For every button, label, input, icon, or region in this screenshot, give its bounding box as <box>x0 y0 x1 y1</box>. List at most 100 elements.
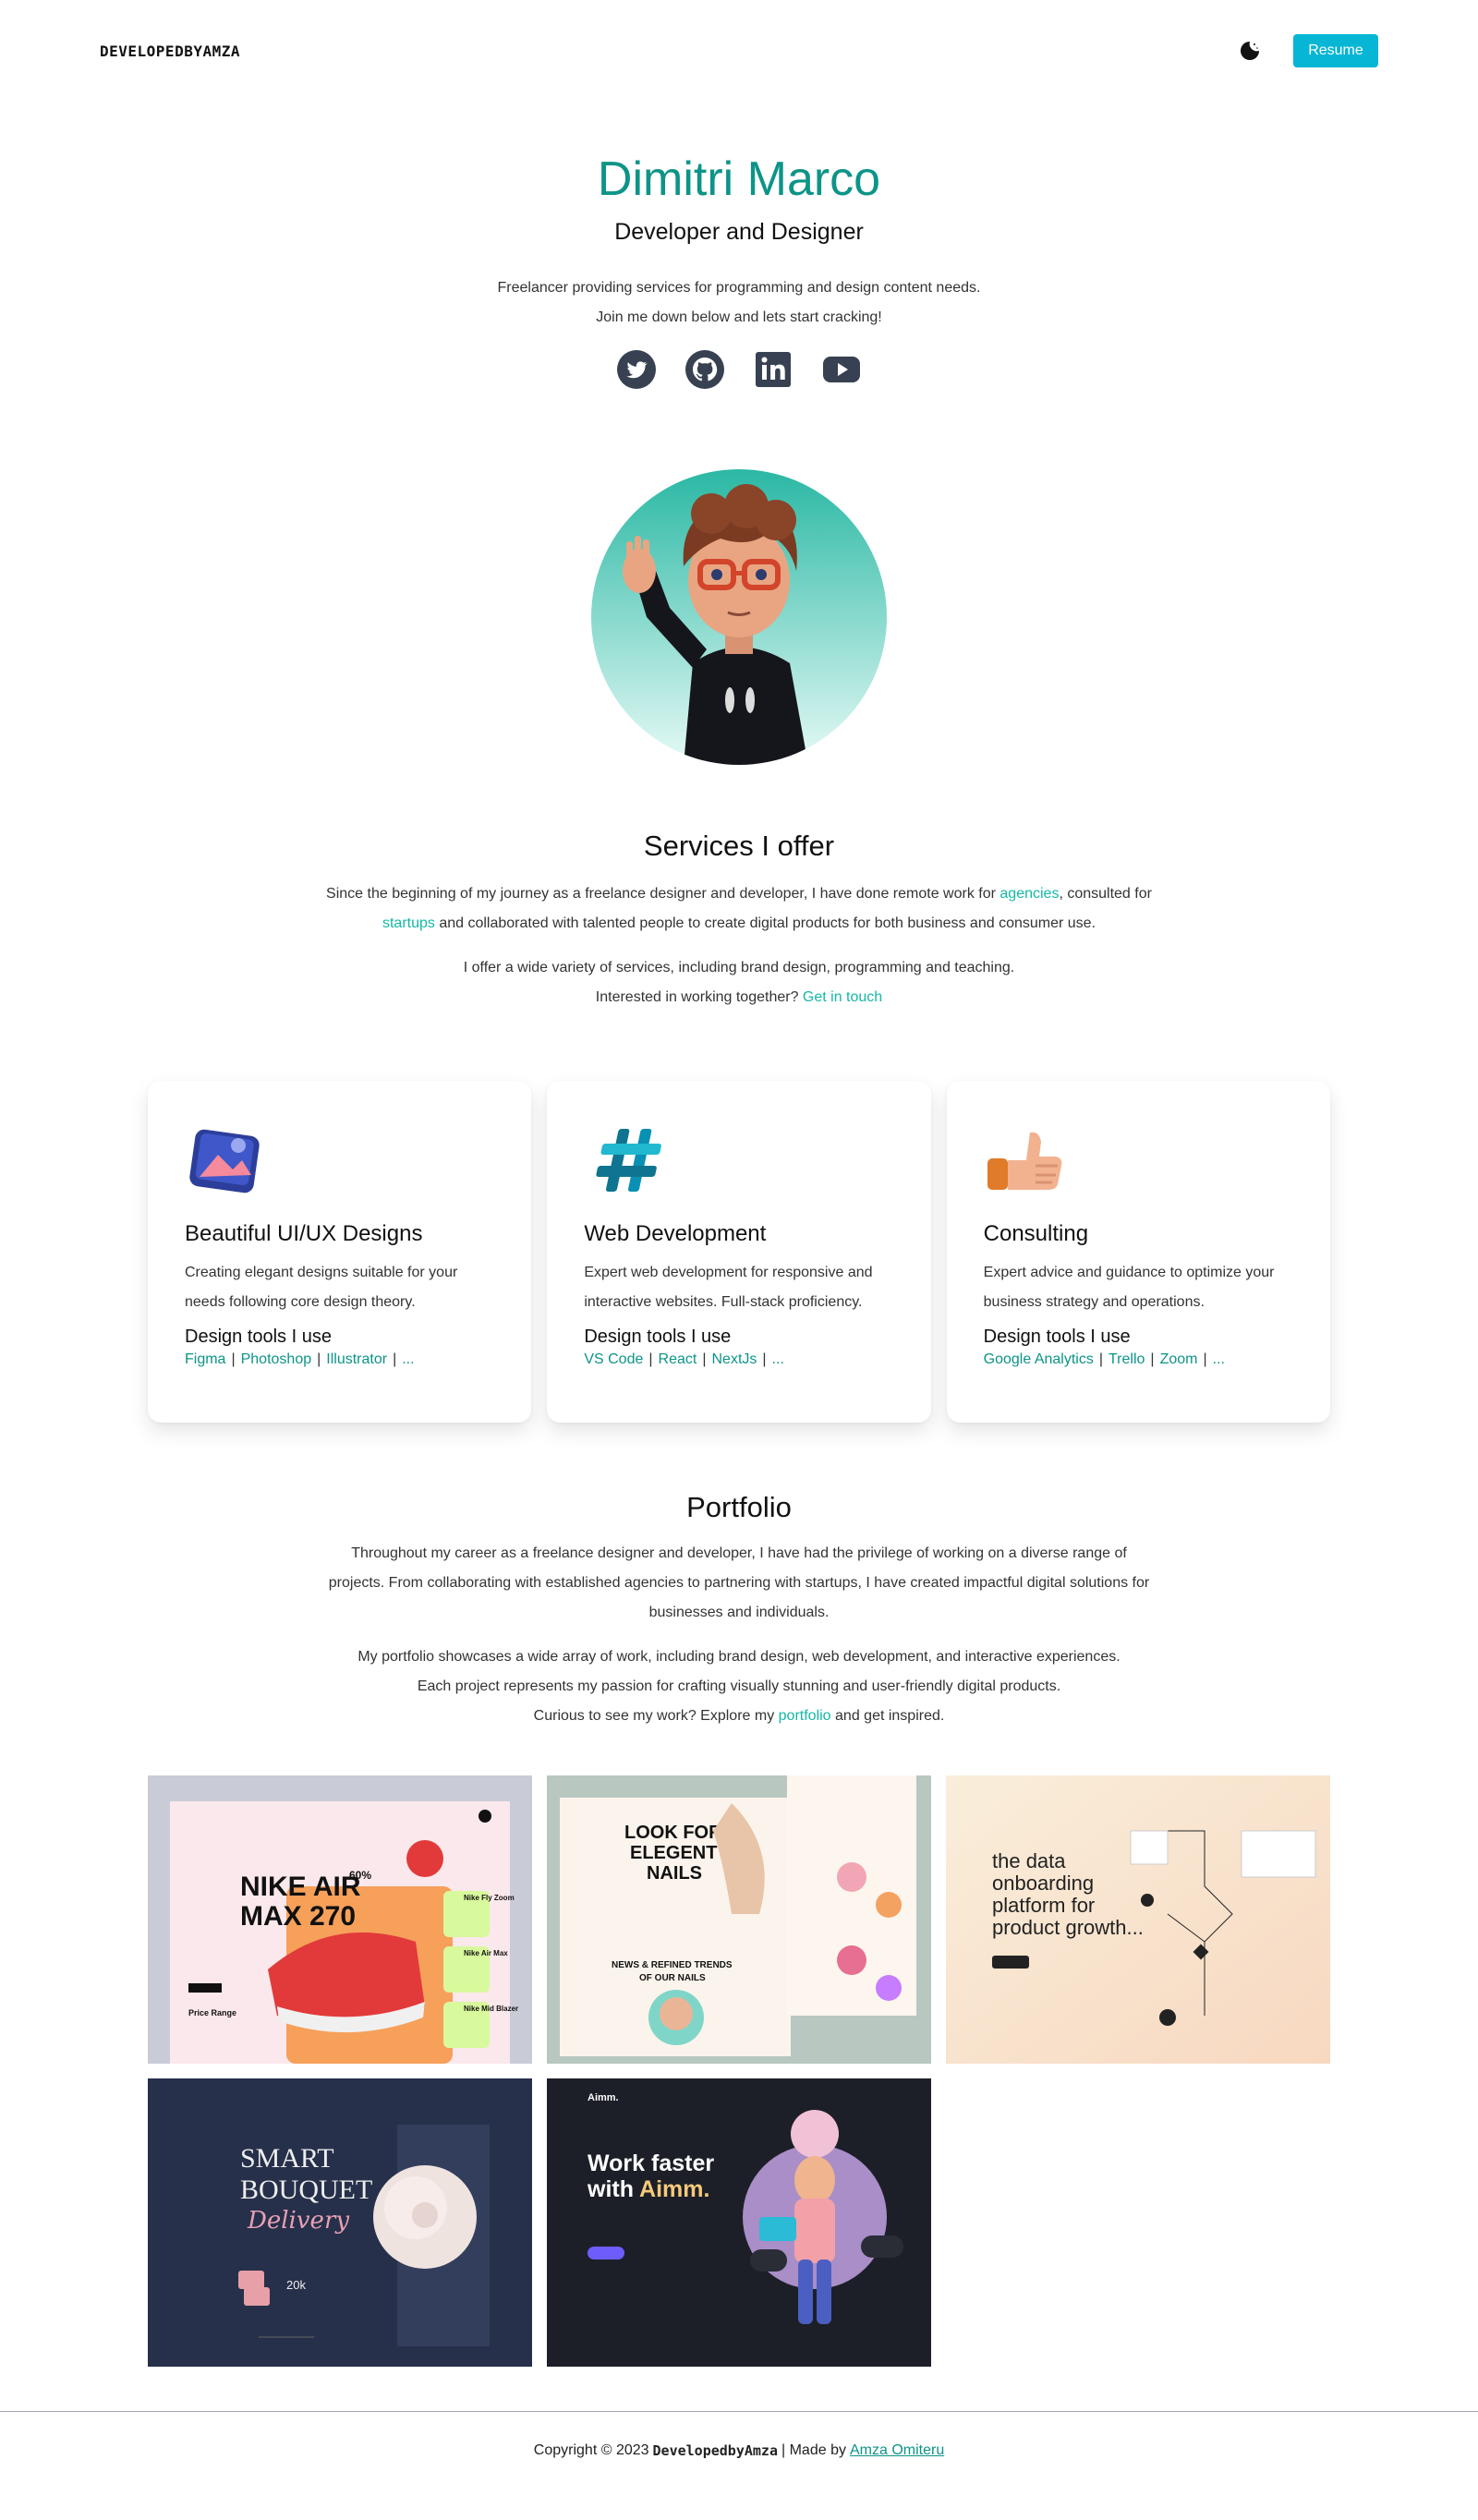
nike-label-2: Nike Air Max <box>464 1949 508 1957</box>
nike-stat: 60% <box>349 1869 371 1882</box>
services-intro-text-b: , consulted for <box>1059 886 1152 903</box>
bouquet-headline-1: SMART <box>240 2143 334 2174</box>
avatar-wrapper <box>0 469 1478 766</box>
avatar <box>591 469 887 766</box>
portfolio-item-nails[interactable]: LOOK FOR ELEGENT NAILS NEWS & REFINED TR… <box>547 1775 931 2065</box>
services-offer-line-1: I offer a wide variety of services, incl… <box>463 960 1015 976</box>
site-footer: Copyright © 2023 DevelopedbyAmza | Made … <box>0 2411 1478 2489</box>
services-intro: Since the beginning of my journey as a f… <box>323 879 1155 939</box>
nike-headline-1: NIKE AIR <box>240 1872 361 1902</box>
nike-headline-2: MAX 270 <box>240 1901 356 1932</box>
hero-desc-line-2: Join me down below and lets start cracki… <box>596 309 882 326</box>
tool-link[interactable]: Trello <box>1108 1351 1145 1367</box>
tool-more[interactable]: ... <box>1213 1351 1225 1367</box>
moon-icon[interactable] <box>1238 39 1262 63</box>
site-logo[interactable]: DEVELOPEDBYAMZA <box>100 42 240 60</box>
card-tools-heading: Design tools I use <box>185 1327 332 1348</box>
resume-button[interactable]: Resume <box>1293 34 1378 67</box>
service-card-uiux: Beautiful UI/UX Designs Creating elegant… <box>148 1081 532 1424</box>
thumbs-up-icon <box>984 1120 1067 1203</box>
services-offer-line-2: Interested in working together? Get in t… <box>0 983 1478 1012</box>
hero-name: Dimitri Marco <box>597 152 881 206</box>
hashtag-icon <box>584 1120 667 1203</box>
services-title: Services I offer <box>643 830 835 863</box>
card-title: Consulting <box>983 1221 1089 1247</box>
portfolio-item-onboarding[interactable]: the data onboarding platform for product… <box>946 1775 1330 2065</box>
github-icon[interactable] <box>684 349 725 390</box>
tools-list: Figma | Photoshop | Illustrator |... <box>185 1351 415 1368</box>
top-nav: DEVELOPEDBYAMZA Resume <box>0 0 1478 102</box>
twitter-icon[interactable] <box>616 349 657 390</box>
nails-sub-2: OF OUR NAILS <box>639 1973 706 1983</box>
services-intro-text-c: and collaborated with talented people to… <box>434 915 1096 932</box>
tool-link[interactable]: Zoom <box>1160 1351 1198 1367</box>
nails-headline-2: ELEGENT <box>630 1843 717 1863</box>
tool-link[interactable]: Photoshop <box>241 1351 312 1367</box>
service-cards: Beautiful UI/UX Designs Creating elegant… <box>0 1081 1478 1424</box>
picture-frame-icon <box>185 1120 268 1203</box>
portfolio-showcase: My portfolio showcases a wide array of w… <box>0 1642 1478 1731</box>
portfolio-item-nike[interactable]: NIKE AIR MAX 270 60% Nike Fly Zoom Nike … <box>148 1775 532 2065</box>
services-offer: I offer a wide variety of services, incl… <box>0 953 1478 1012</box>
portfolio-line-3: Curious to see my work? Explore my portf… <box>0 1702 1478 1731</box>
service-card-consulting: Consulting Expert advice and guidance to… <box>946 1081 1330 1424</box>
aimm-headline-1: Work faster <box>588 2150 714 2176</box>
bouquet-script: Delivery <box>247 2207 349 2235</box>
bouquet-headline-2: BOUQUET <box>240 2175 372 2205</box>
tool-link[interactable]: VS Code <box>584 1351 643 1367</box>
portfolio-grid: NIKE AIR MAX 270 60% Nike Fly Zoom Nike … <box>0 1775 1478 2368</box>
svg-text:with Aimm.: with Aimm. <box>587 2176 709 2202</box>
services-section: Services I offer Since the beginning of … <box>0 830 1478 1012</box>
portfolio-line-2: Each project represents my passion for c… <box>417 1678 1061 1695</box>
hero-desc-line-1: Freelancer providing services for progra… <box>497 280 981 297</box>
tool-link[interactable]: Figma <box>185 1351 225 1367</box>
card-tools-heading: Design tools I use <box>584 1327 732 1348</box>
card-title: Web Development <box>584 1221 767 1247</box>
portfolio-item-bouquet[interactable]: SMART BOUQUET Delivery 20k <box>148 2078 532 2368</box>
portfolio-section: Portfolio Throughout my career as a free… <box>0 1491 1478 2368</box>
linkedin-icon[interactable] <box>753 349 794 390</box>
tools-list: VS Code | React | NextJs |... <box>584 1351 784 1368</box>
startups-link[interactable]: startups <box>382 915 435 931</box>
tool-link[interactable]: Illustrator <box>326 1351 387 1367</box>
tool-link[interactable]: React <box>659 1351 697 1367</box>
portfolio-line-3-text-b: and get inspired. <box>830 1708 945 1725</box>
tool-more[interactable]: ... <box>772 1351 784 1367</box>
footer-made-by: | Made by <box>781 2441 846 2458</box>
onboarding-headline-3: platform for <box>992 1894 1095 1917</box>
card-description: Expert advice and guidance to optimize y… <box>983 1265 1275 1311</box>
footer-brand: DevelopedbyAmza <box>652 2441 778 2459</box>
tool-link[interactable]: Google Analytics <box>984 1351 1094 1367</box>
hero-role: Developer and Designer <box>614 219 864 246</box>
tool-more[interactable]: ... <box>402 1351 414 1367</box>
portfolio-line-3-text-a: Curious to see my work? Explore my <box>533 1708 779 1725</box>
footer-author-link[interactable]: Amza Omiteru <box>850 2442 944 2459</box>
card-description: Creating elegant designs suitable for yo… <box>185 1265 458 1311</box>
services-offer-text: Interested in working together? <box>595 989 803 1006</box>
card-title: Beautiful UI/UX Designs <box>185 1221 423 1247</box>
footer-copyright: Copyright © 2023 <box>533 2441 649 2458</box>
aimm-headline-2a: with <box>587 2176 639 2202</box>
get-in-touch-link[interactable]: Get in touch <box>803 989 882 1005</box>
onboarding-headline-1: the data <box>992 1849 1066 1872</box>
aimm-brand: Aimm. <box>588 2092 619 2103</box>
tool-link[interactable]: NextJs <box>711 1351 757 1367</box>
social-links <box>0 349 1478 390</box>
service-card-web: Web Development Expert web development f… <box>547 1081 931 1424</box>
onboarding-headline-4: product growth... <box>992 1916 1144 1939</box>
portfolio-link[interactable]: portfolio <box>779 1708 831 1724</box>
portfolio-title: Portfolio <box>686 1491 792 1524</box>
portfolio-intro: Throughout my career as a freelance desi… <box>328 1545 1150 1621</box>
nike-label-3: Nike Mid Blazer <box>464 2005 518 2013</box>
nav-actions: Resume <box>1238 34 1378 67</box>
bouquet-stat: 20k <box>286 2278 306 2292</box>
aimm-headline-2b: Aimm. <box>639 2176 709 2202</box>
portfolio-line-1: My portfolio showcases a wide array of w… <box>357 1649 1121 1666</box>
nails-headline-1: LOOK FOR <box>624 1823 722 1843</box>
tools-list: Google Analytics | Trello | Zoom |... <box>983 1351 1225 1368</box>
hero-description: Freelancer providing services for progra… <box>0 273 1478 333</box>
hero-section: Dimitri Marco Developer and Designer Fre… <box>0 102 1478 390</box>
youtube-icon[interactable] <box>821 349 862 390</box>
agencies-link[interactable]: agencies <box>999 886 1059 902</box>
portfolio-item-aimm[interactable]: Aimm. Work faster with Aimm. <box>547 2078 931 2368</box>
